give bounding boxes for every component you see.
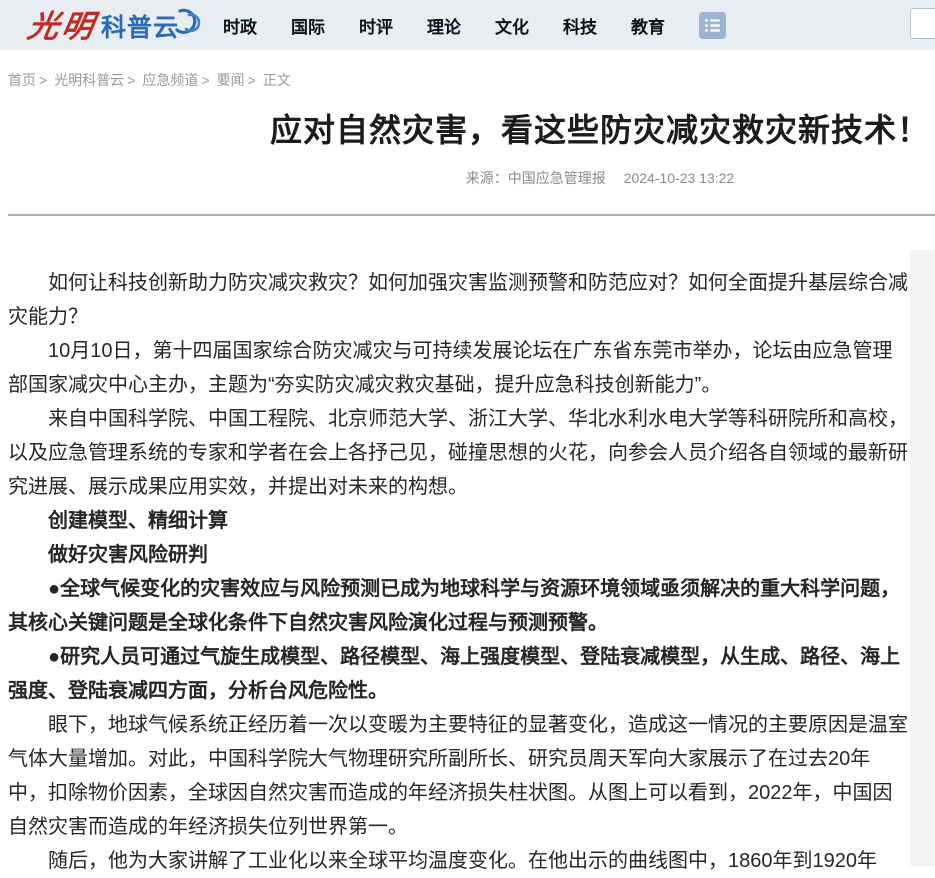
site-header: 光明 科普云 时政 国际 时评 理论 文化 科技 教育	[0, 0, 935, 50]
breadcrumb-link[interactable]: 光明科普云	[54, 72, 124, 88]
article-body: 如何让科技创新助力防灾减灾救灾？如何加强灾害监测预警和防范应对？如何全面提升基层…	[8, 216, 908, 878]
article-paragraph: 创建模型、精细计算	[8, 504, 908, 538]
logo-text-kepuyun: 科普云	[101, 14, 179, 42]
breadcrumb-separator: >	[201, 72, 209, 88]
search-box-partial[interactable]	[910, 8, 935, 39]
breadcrumb-separator: >	[127, 72, 135, 88]
list-menu-button[interactable]	[699, 12, 726, 39]
list-menu-icon	[704, 17, 721, 34]
nav-item[interactable]: 时评	[359, 13, 393, 38]
logo-swoosh-icon	[175, 8, 201, 41]
breadcrumb-link[interactable]: 正文	[263, 72, 291, 88]
breadcrumb-link[interactable]: 首页	[8, 72, 36, 88]
nav-item[interactable]: 理论	[427, 13, 461, 38]
breadcrumb: 首页>光明科普云>应急频道>要闻>正文	[8, 70, 935, 90]
logo-text-guangming: 光明	[25, 12, 98, 42]
source-label: 来源：中国应急管理报	[466, 170, 606, 186]
breadcrumb-separator: >	[248, 72, 256, 88]
article-paragraph: 如何让科技创新助力防灾减灾救灾？如何加强灾害监测预警和防范应对？如何全面提升基层…	[8, 266, 908, 334]
article-paragraph: ●研究人员可通过气旋生成模型、路径模型、海上强度模型、登陆衰减模型，从生成、路径…	[8, 640, 908, 708]
page-title: 应对自然灾害，看这些防灾减灾救灾新技术！	[0, 110, 935, 150]
breadcrumb-link[interactable]: 要闻	[217, 72, 245, 88]
breadcrumb-separator: >	[39, 72, 47, 88]
article-paragraph: ●全球气候变化的灾害效应与风险预测已成为地球科学与资源环境领域亟须解决的重大科学…	[8, 572, 908, 640]
scrollbar-track[interactable]	[910, 250, 935, 866]
breadcrumb-link[interactable]: 应急频道	[142, 72, 198, 88]
publish-datetime: 2024-10-23 13:22	[624, 170, 735, 186]
article-paragraph: 10月10日，第十四届国家综合防灾减灾与可持续发展论坛在广东省东莞市举办，论坛由…	[8, 334, 908, 402]
article-paragraph: 随后，他为大家讲解了工业化以来全球平均温度变化。在他出示的曲线图中，1860年到…	[8, 844, 908, 878]
article-paragraph: 做好灾害风险研判	[8, 538, 908, 572]
article-paragraph: 来自中国科学院、中国工程院、北京师范大学、浙江大学、华北水利水电大学等科研院所和…	[8, 402, 908, 504]
nav-item[interactable]: 国际	[291, 13, 325, 38]
article-meta: 来源：中国应急管理报 2024-10-23 13:22	[0, 168, 935, 188]
main-nav: 时政 国际 时评 理论 文化 科技 教育	[223, 13, 665, 38]
article-paragraph: 眼下，地球气候系统正经历着一次以变暖为主要特征的显著变化，造成这一情况的主要原因…	[8, 708, 908, 844]
nav-item[interactable]: 科技	[563, 13, 597, 38]
nav-item[interactable]: 文化	[495, 13, 529, 38]
nav-item[interactable]: 教育	[631, 13, 665, 38]
nav-item[interactable]: 时政	[223, 13, 257, 38]
article-header: 应对自然灾害，看这些防灾减灾救灾新技术！	[0, 110, 935, 150]
site-logo[interactable]: 光明 科普云	[28, 8, 201, 42]
